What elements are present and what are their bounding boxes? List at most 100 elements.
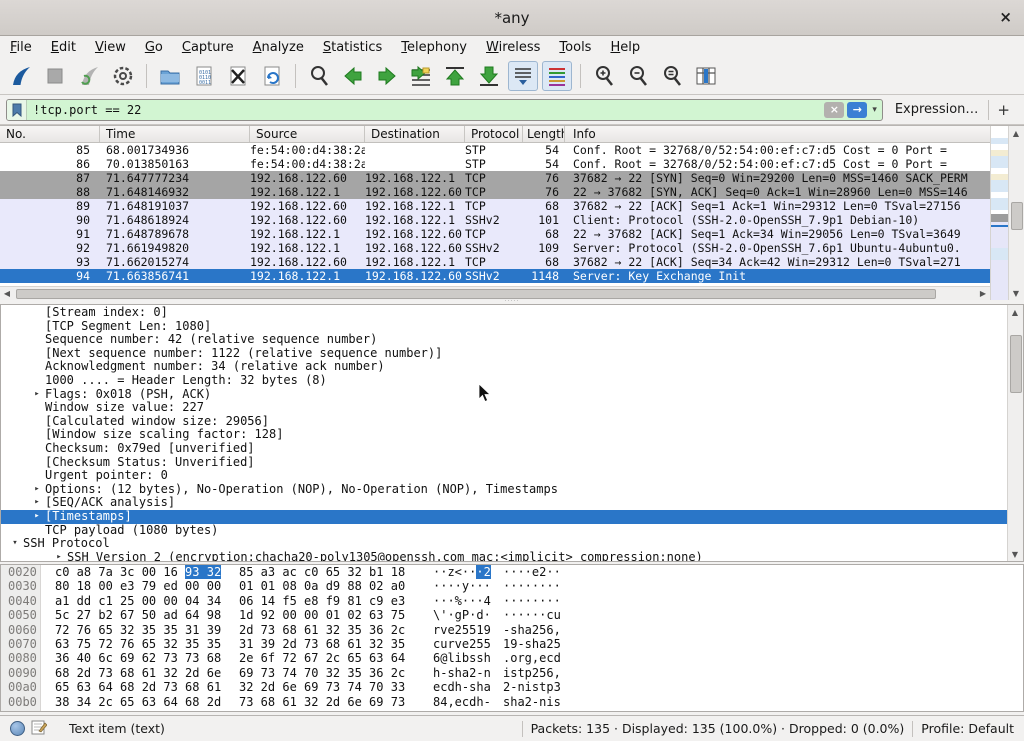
- column-header-source[interactable]: Source: [250, 126, 365, 142]
- hex-row[interactable]: 0030 80 18 00 e3 79 ed 00 00 01 01 08 0a…: [1, 579, 1023, 593]
- detail-line[interactable]: ▸ SSH Version 2 (encryption:chacha20-pol…: [1, 551, 1007, 561]
- go-to-packet-icon[interactable]: [406, 61, 436, 91]
- detail-line[interactable]: ▸ Flags: 0x018 (PSH, ACK): [1, 388, 1007, 402]
- hex-bytes-2[interactable]: 85 a3 ac c0 65 32 b1 18: [239, 565, 411, 579]
- go-back-icon[interactable]: [338, 61, 368, 91]
- expand-triangle-icon[interactable]: [29, 333, 45, 347]
- hex-row[interactable]: 00a0 65 63 64 68 2d 73 68 61 32 2d 6e 69…: [1, 680, 1023, 694]
- detail-line[interactable]: [Next sequence number: 1122 (relative se…: [1, 347, 1007, 361]
- expand-triangle-icon[interactable]: ▸: [51, 551, 67, 561]
- hex-row[interactable]: 0080 36 40 6c 69 62 73 73 68 2e 6f 72 67…: [1, 651, 1023, 665]
- detail-line[interactable]: Sequence number: 42 (relative sequence n…: [1, 333, 1007, 347]
- scroll-down-icon[interactable]: ▼: [1008, 547, 1022, 561]
- ascii-1[interactable]: 84,ecdh-: [433, 695, 495, 709]
- detail-line[interactable]: TCP payload (1080 bytes): [1, 524, 1007, 538]
- hex-bytes-1[interactable]: 36 40 6c 69 62 73 73 68: [55, 651, 227, 665]
- hex-bytes-2[interactable]: 01 01 08 0a d9 88 02 a0: [239, 579, 411, 593]
- menu-item[interactable]: Go: [145, 40, 163, 55]
- start-capture-icon[interactable]: [6, 61, 36, 91]
- expand-triangle-icon[interactable]: ▾: [7, 537, 23, 551]
- menu-item[interactable]: Wireless: [486, 40, 540, 55]
- packet-list-vscrollbar[interactable]: ▲ ▼: [1008, 126, 1024, 300]
- colorize-icon[interactable]: [542, 61, 572, 91]
- column-header-no[interactable]: No.: [0, 126, 100, 142]
- detail-line[interactable]: [TCP Segment Len: 1080]: [1, 320, 1007, 334]
- go-last-icon[interactable]: [474, 61, 504, 91]
- vscroll-thumb[interactable]: [1011, 202, 1023, 230]
- filter-apply-icon[interactable]: →: [847, 102, 867, 118]
- menu-item[interactable]: Tools: [559, 40, 591, 55]
- scroll-up-icon[interactable]: ▲: [1009, 126, 1023, 140]
- zoom-reset-icon[interactable]: [657, 61, 687, 91]
- packet-minimap[interactable]: [990, 126, 1008, 300]
- reload-file-icon[interactable]: [257, 61, 287, 91]
- packet-list-hscrollbar[interactable]: ◀ ▶: [0, 286, 990, 300]
- menu-item[interactable]: Capture: [182, 40, 234, 55]
- save-file-icon[interactable]: 010101100011: [189, 61, 219, 91]
- ascii-2[interactable]: istp256,: [503, 666, 561, 680]
- packet-row[interactable]: 89 71.648191037 192.168.122.60 192.168.1…: [0, 199, 990, 213]
- hex-row[interactable]: 0020 c0 a8 7a 3c 00 16 93 32 85 a3 ac c0…: [1, 565, 1023, 579]
- menu-item[interactable]: Help: [610, 40, 640, 55]
- column-header-destination[interactable]: Destination: [365, 126, 465, 142]
- hex-row[interactable]: 00b0 38 34 2c 65 63 64 68 2d 73 68 61 32…: [1, 695, 1023, 709]
- ascii-2[interactable]: ······cu: [503, 608, 561, 622]
- packet-row[interactable]: 93 71.662015274 192.168.122.60 192.168.1…: [0, 255, 990, 269]
- hex-bytes-1[interactable]: 63 75 72 76 65 32 35 35: [55, 637, 227, 651]
- column-header-time[interactable]: Time: [100, 126, 250, 142]
- expand-triangle-icon[interactable]: [29, 415, 45, 429]
- expand-triangle-icon[interactable]: ▸: [29, 483, 45, 497]
- zoom-in-icon[interactable]: [589, 61, 619, 91]
- detail-line[interactable]: [Checksum Status: Unverified]: [1, 456, 1007, 470]
- ascii-1[interactable]: rve25519: [433, 623, 495, 637]
- expand-triangle-icon[interactable]: [29, 428, 45, 442]
- hex-bytes-1[interactable]: a1 dd c1 25 00 00 04 34: [55, 594, 227, 608]
- ascii-1[interactable]: 6@libssh: [433, 651, 495, 665]
- zoom-out-icon[interactable]: [623, 61, 653, 91]
- expand-triangle-icon[interactable]: ▸: [29, 510, 45, 524]
- hex-bytes-2[interactable]: 2e 6f 72 67 2c 65 63 64: [239, 651, 411, 665]
- hex-bytes-2[interactable]: 31 39 2d 73 68 61 32 35: [239, 637, 411, 651]
- packet-row[interactable]: 85 68.001734936 fe:54:00:d4:38:2a STP 54…: [0, 143, 990, 157]
- detail-line[interactable]: ▸ [SEQ/ACK analysis]: [1, 496, 1007, 510]
- expand-triangle-icon[interactable]: [29, 360, 45, 374]
- hex-bytes-2[interactable]: 06 14 f5 e8 f9 81 c9 e3: [239, 594, 411, 608]
- restart-capture-icon[interactable]: [74, 61, 104, 91]
- expand-triangle-icon[interactable]: [29, 347, 45, 361]
- ascii-1[interactable]: ···%···4: [433, 594, 495, 608]
- close-icon[interactable]: ×: [999, 8, 1012, 26]
- detail-line[interactable]: ▾ SSH Protocol: [1, 537, 1007, 551]
- filter-dropdown-icon[interactable]: ▾: [872, 105, 877, 115]
- expand-triangle-icon[interactable]: [29, 401, 45, 415]
- packet-row[interactable]: 91 71.648789678 192.168.122.1 192.168.12…: [0, 227, 990, 241]
- detail-line[interactable]: Urgent pointer: 0: [1, 469, 1007, 483]
- detail-line[interactable]: Window size value: 227: [1, 401, 1007, 415]
- menu-item[interactable]: Analyze: [253, 40, 304, 55]
- resize-columns-icon[interactable]: [691, 61, 721, 91]
- menu-item[interactable]: Statistics: [323, 40, 382, 55]
- expand-triangle-icon[interactable]: [29, 524, 45, 538]
- hex-row[interactable]: 0070 63 75 72 76 65 32 35 35 31 39 2d 73…: [1, 637, 1023, 651]
- find-packet-icon[interactable]: [304, 61, 334, 91]
- hex-bytes-2[interactable]: 2d 73 68 61 32 35 36 2c: [239, 623, 411, 637]
- ascii-1[interactable]: ····y···: [433, 579, 495, 593]
- packet-row[interactable]: 86 70.013850163 fe:54:00:d4:38:2a STP 54…: [0, 157, 990, 171]
- hex-bytes-2[interactable]: 1d 92 00 00 01 02 63 75: [239, 608, 411, 622]
- ascii-2[interactable]: ········: [503, 594, 561, 608]
- menu-item[interactable]: File: [10, 40, 32, 55]
- ascii-1[interactable]: curve255: [433, 637, 495, 651]
- column-header-protocol[interactable]: Protocol: [465, 126, 523, 142]
- column-header-info[interactable]: Info: [565, 126, 990, 142]
- expand-triangle-icon[interactable]: ▸: [29, 496, 45, 510]
- ascii-1[interactable]: \'·gP·d·: [433, 608, 495, 622]
- detail-line[interactable]: Checksum: 0x79ed [unverified]: [1, 442, 1007, 456]
- auto-scroll-icon[interactable]: [508, 61, 538, 91]
- expand-triangle-icon[interactable]: [29, 374, 45, 388]
- expand-triangle-icon[interactable]: [29, 306, 45, 320]
- ascii-1[interactable]: ··z<···2: [433, 565, 495, 579]
- ascii-2[interactable]: 19-sha25: [503, 637, 561, 651]
- scroll-up-icon[interactable]: ▲: [1008, 305, 1022, 319]
- expand-triangle-icon[interactable]: [29, 469, 45, 483]
- scroll-right-icon[interactable]: ▶: [976, 287, 990, 301]
- packet-row[interactable]: 88 71.648146932 192.168.122.1 192.168.12…: [0, 185, 990, 199]
